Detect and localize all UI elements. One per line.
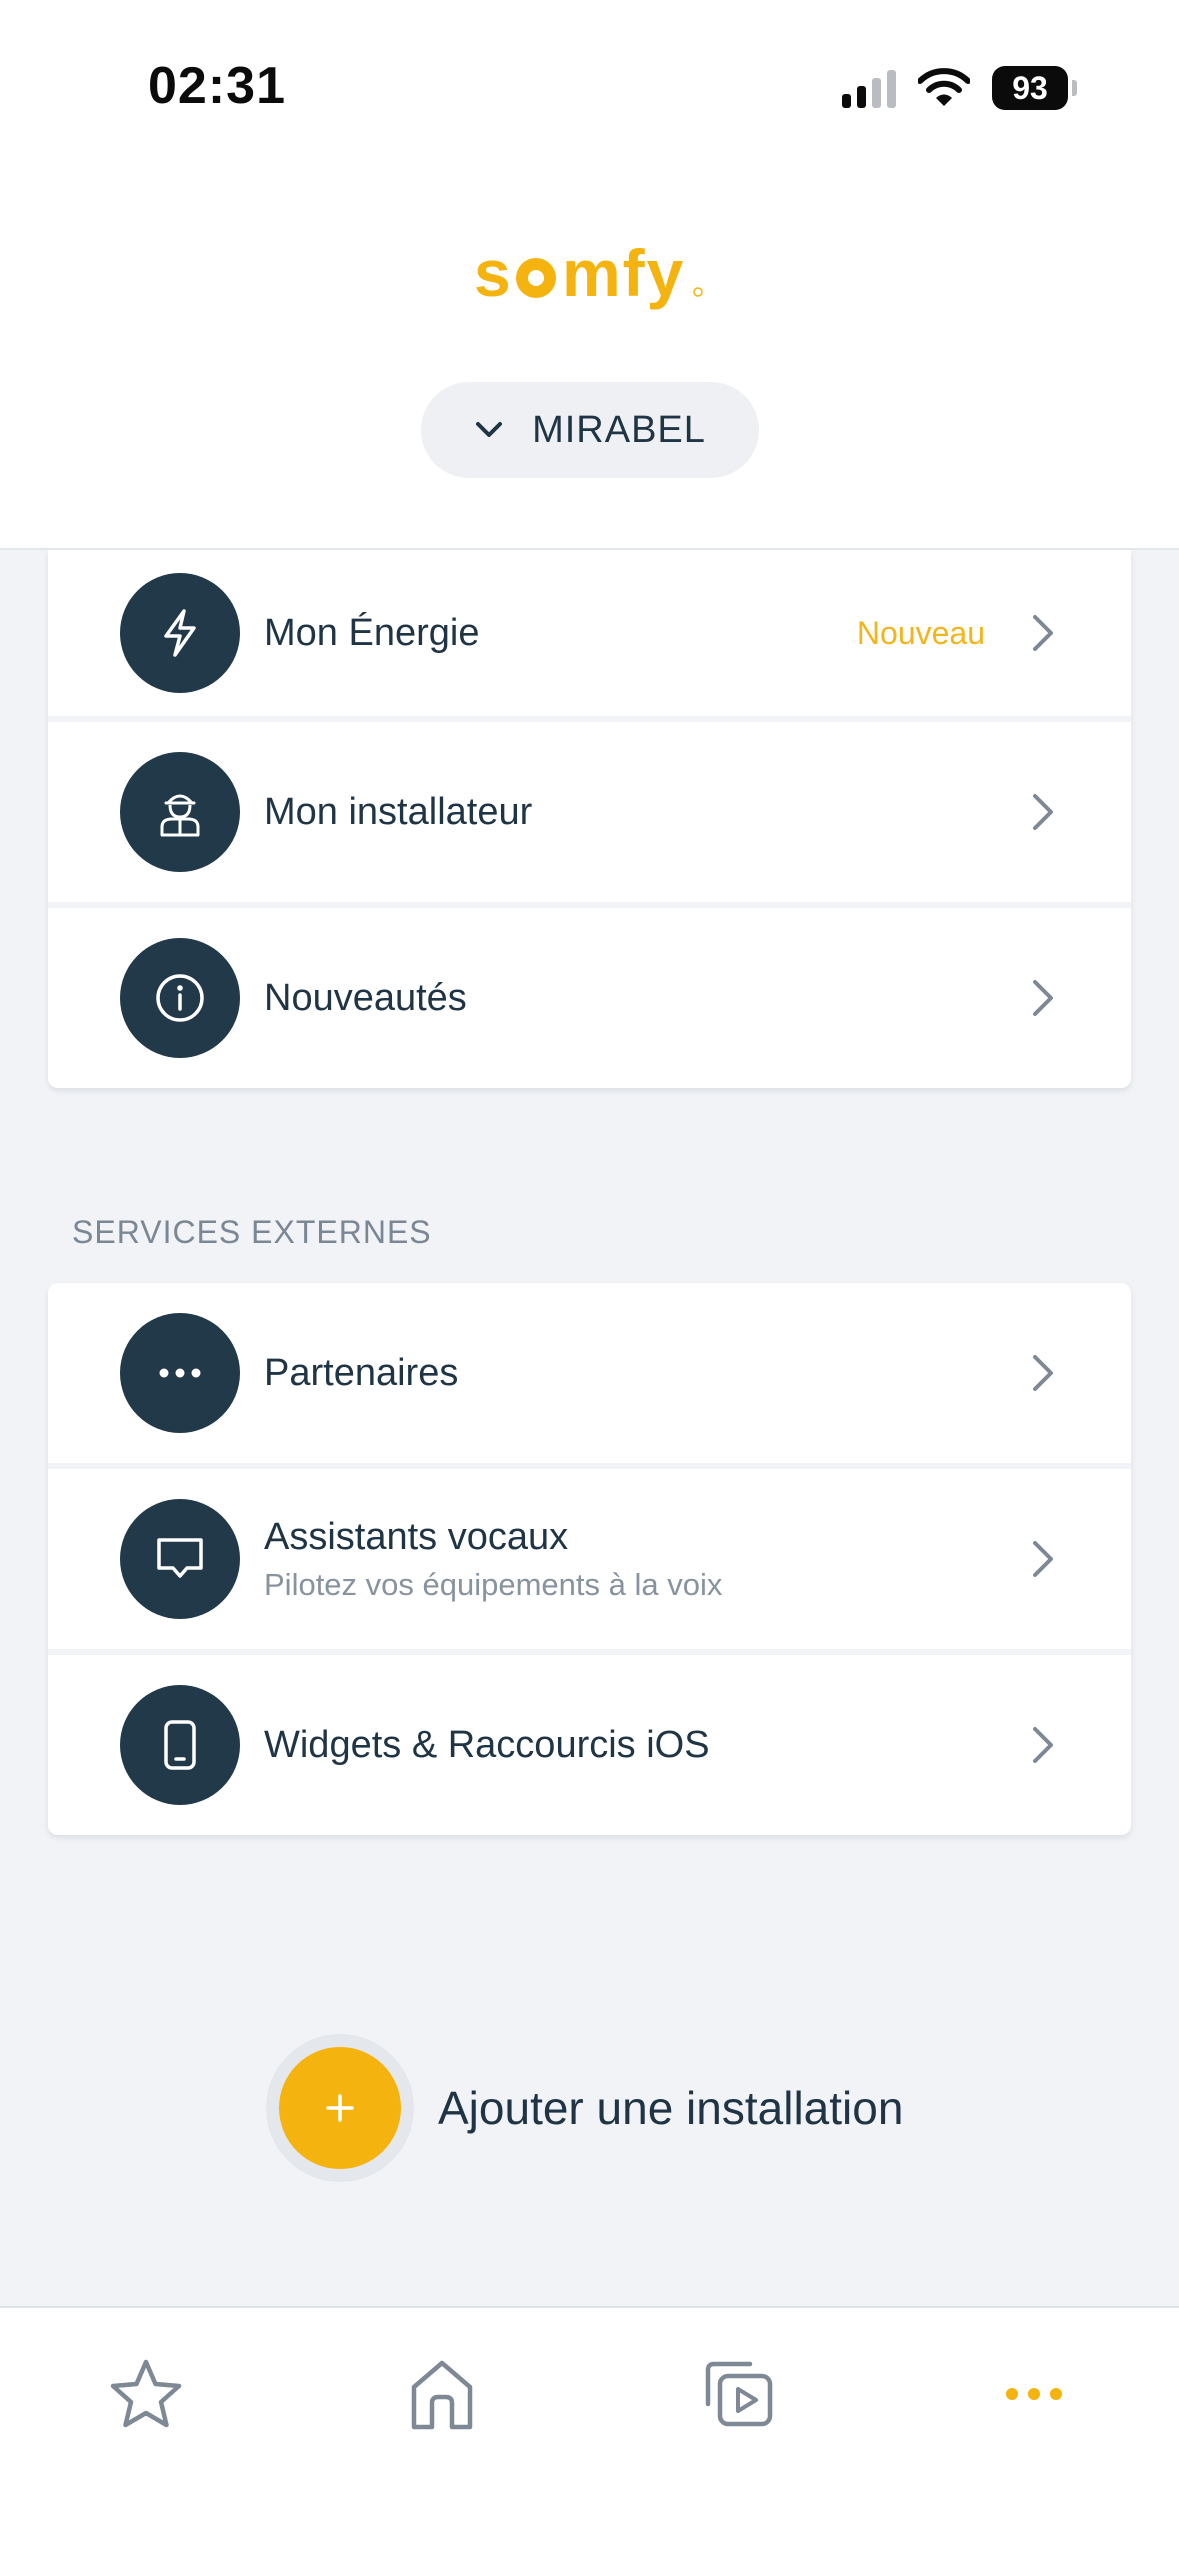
battery-level: 93 bbox=[1012, 69, 1048, 106]
menu-item-widgets-raccourcis[interactable]: Widgets & Raccourcis iOS bbox=[48, 1655, 1131, 1835]
chevron-right-icon bbox=[1033, 1541, 1053, 1577]
tab-favorites[interactable] bbox=[91, 2344, 201, 2444]
settings-card: Mon Énergie Nouveau Mon installateur Nou… bbox=[48, 550, 1131, 1088]
svg-text:mfy: mfy bbox=[562, 236, 685, 310]
scenarios-icon bbox=[705, 2361, 773, 2427]
menu-item-label: Mon Énergie bbox=[264, 611, 480, 654]
section-title-services-externes: SERVICES EXTERNES bbox=[72, 1214, 432, 1250]
menu-item-assistants-vocaux[interactable]: Assistants vocaux Pilotez vos équipement… bbox=[48, 1469, 1131, 1655]
info-icon bbox=[120, 938, 240, 1058]
battery-icon: 93 bbox=[992, 66, 1077, 110]
chevron-down-icon bbox=[476, 422, 503, 437]
star-icon bbox=[110, 2359, 182, 2428]
tab-home[interactable] bbox=[387, 2344, 497, 2444]
site-name: MIRABEL bbox=[532, 408, 706, 451]
chevron-right-icon bbox=[1033, 794, 1053, 830]
menu-item-nouveautes[interactable]: Nouveautés bbox=[48, 908, 1131, 1088]
lightning-icon bbox=[120, 573, 240, 693]
add-installation-label: Ajouter une installation bbox=[438, 2082, 904, 2134]
chevron-right-icon bbox=[1033, 1727, 1053, 1763]
site-selector[interactable]: MIRABEL bbox=[421, 382, 759, 478]
installer-icon bbox=[120, 752, 240, 872]
svg-text:s: s bbox=[474, 236, 513, 310]
new-badge: Nouveau bbox=[856, 614, 985, 651]
menu-item-label: Assistants vocaux bbox=[264, 1515, 569, 1558]
chevron-right-icon bbox=[1033, 980, 1053, 1016]
menu-item-label: Nouveautés bbox=[264, 976, 467, 1019]
menu-item-mon-energie[interactable]: Mon Énergie Nouveau bbox=[48, 550, 1131, 722]
menu-item-partenaires[interactable]: Partenaires bbox=[48, 1283, 1131, 1469]
tab-scenarios[interactable] bbox=[683, 2344, 793, 2444]
speech-bubble-icon bbox=[120, 1499, 240, 1619]
status-time: 02:31 bbox=[148, 57, 286, 115]
plus-icon bbox=[279, 2047, 401, 2169]
wifi-icon bbox=[918, 68, 970, 106]
more-dots-icon bbox=[120, 1313, 240, 1433]
home-icon bbox=[411, 2360, 473, 2430]
menu-item-subtitle: Pilotez vos équipements à la voix bbox=[264, 1566, 723, 1602]
cellular-signal-icon bbox=[842, 68, 896, 108]
add-installation-button[interactable]: Ajouter une installation bbox=[266, 2034, 903, 2182]
chevron-right-icon bbox=[1033, 615, 1053, 651]
add-button-ring bbox=[266, 2034, 414, 2182]
menu-item-label: Mon installateur bbox=[264, 790, 533, 833]
phone-icon bbox=[120, 1685, 240, 1805]
somfy-logo: s mfy bbox=[474, 236, 703, 310]
menu-item-mon-installateur[interactable]: Mon installateur bbox=[48, 722, 1131, 908]
menu-item-label: Partenaires bbox=[264, 1351, 459, 1394]
status-icons: 93 bbox=[842, 64, 1077, 112]
tab-more[interactable] bbox=[979, 2344, 1089, 2444]
tab-bar bbox=[0, 2306, 1179, 2556]
more-icon bbox=[1006, 2388, 1062, 2400]
services-card: Partenaires Assistants vocaux Pilotez vo… bbox=[48, 1283, 1131, 1835]
chevron-right-icon bbox=[1033, 1355, 1053, 1391]
menu-item-label: Widgets & Raccourcis iOS bbox=[264, 1723, 710, 1766]
header: 02:31 93 s mfy MIRABEL bbox=[0, 0, 1179, 550]
